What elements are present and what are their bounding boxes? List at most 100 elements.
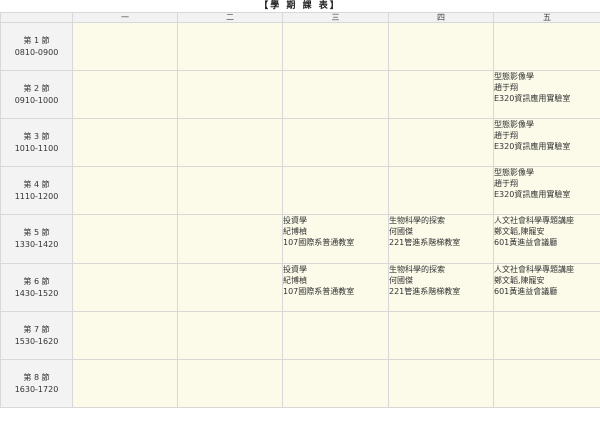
- course-name: 投資學: [283, 265, 307, 274]
- empty-slot: [388, 311, 494, 360]
- period-row: 第 7 節 1530-1620: [0, 311, 600, 360]
- empty-slot: [72, 214, 178, 264]
- course-name: 人文社會科學專題講座: [494, 265, 574, 274]
- period-label: 第 4 節: [23, 179, 50, 189]
- empty-slot: [72, 311, 178, 360]
- course-name: 人文社會科學專題講座: [494, 216, 574, 225]
- period-time: 0810-0900: [14, 47, 59, 57]
- course-teacher: 趙于翔: [494, 83, 518, 92]
- period-label-cell: 第 8 節 1630-1720: [0, 359, 73, 408]
- course-name: 生物科學的探索: [389, 265, 445, 274]
- empty-slot: [282, 311, 389, 360]
- period-label: 第 6 節: [23, 276, 50, 286]
- empty-slot: [72, 118, 178, 167]
- empty-slot: [177, 22, 283, 71]
- period-row: 第 1 節 0810-0900: [0, 22, 600, 71]
- empty-slot: [388, 22, 494, 71]
- course-room: 221管進系階梯教室: [389, 238, 461, 247]
- period-row: 第 4 節 1110-1200 型態影像學趙于翔 E320資訊應用實驗室: [0, 166, 600, 215]
- day-header: 三: [282, 12, 389, 23]
- course-cell[interactable]: 投資學紀博楨 107國際系普通教室: [282, 214, 389, 264]
- course-teacher: 紀博楨: [283, 227, 307, 236]
- corner-cell: [0, 12, 73, 23]
- course-teacher: 鄭文韜,陳寵安: [494, 227, 545, 236]
- course-cell[interactable]: 型態影像學趙于翔 E320資訊應用實驗室: [493, 166, 600, 215]
- period-row: 第 5 節 1330-1420 投資學紀博楨 107國際系普通教室 生物科學的探索 何國傑…: [0, 214, 600, 264]
- course-room: E320資訊應用實驗室: [494, 94, 571, 103]
- course-teacher: 何國傑: [389, 227, 413, 236]
- period-label: 第 5 節: [23, 228, 50, 237]
- day-header: 一: [72, 12, 178, 23]
- empty-slot: [493, 359, 600, 408]
- empty-slot: [72, 22, 178, 71]
- course-room: 221管進系階梯教室: [389, 287, 461, 296]
- empty-slot: [177, 166, 283, 215]
- empty-slot: [72, 263, 178, 312]
- period-time: 1110-1200: [14, 191, 59, 201]
- course-name: 投資學: [283, 216, 307, 225]
- day-header-row: 一 二 三 四 五: [0, 12, 600, 23]
- period-row: 第 8 節 1630-1720: [0, 359, 600, 408]
- empty-slot: [282, 166, 389, 215]
- course-room: 107國際系普通教室: [283, 238, 355, 247]
- course-room: E320資訊應用實驗室: [494, 142, 571, 151]
- empty-slot: [282, 118, 389, 167]
- course-teacher: 何國傑: [389, 276, 413, 285]
- period-row: 第 3 節 1010-1100 型態影像學 趙于翔 E320資訊應用實驗室: [0, 118, 600, 167]
- empty-slot: [177, 263, 283, 312]
- period-label-cell: 第 7 節 1530-1620: [0, 311, 73, 360]
- page-title: 【學 期 課 表】: [259, 1, 341, 11]
- period-label: 第 7 節: [23, 324, 50, 334]
- course-cell[interactable]: 型態影像學趙于翔 E320資訊應用實驗室: [493, 70, 600, 119]
- course-teacher: 鄭文韜,陳寵安: [494, 276, 545, 285]
- course-teacher: 趙于翔: [494, 131, 518, 140]
- period-row: 第 6 節 1430-1520 投資學 紀博楨 107國際系普通教室 生物科學的探索 何國傑…: [0, 263, 600, 312]
- empty-slot: [177, 118, 283, 167]
- empty-slot: [177, 70, 283, 119]
- course-name: 型態影像學: [494, 168, 534, 177]
- period-label-cell: 第 5 節 1330-1420: [0, 214, 73, 264]
- period-time: 1630-1720: [14, 384, 59, 394]
- period-label-cell: 第 2 節 0910-1000: [0, 70, 73, 119]
- course-cell[interactable]: 生物科學的探索 何國傑 221管進系階梯教室: [388, 263, 494, 312]
- course-cell[interactable]: 人文社會科學專題講座 鄭文韜,陳寵安 601黃進益會議廳: [493, 214, 600, 264]
- period-time: 1010-1100: [14, 143, 59, 153]
- period-time: 1530-1620: [14, 336, 59, 346]
- timetable: 一 二 三 四 五 第 1 節 0810-0900 第 2 節 0910-1000 型態…: [0, 12, 600, 408]
- empty-slot: [282, 22, 389, 71]
- course-cell[interactable]: 人文社會科學專題講座 鄭文韜,陳寵安 601黃進益會議廳: [493, 263, 600, 312]
- day-header: 四: [388, 12, 494, 23]
- course-room: 601黃進益會議廳: [494, 238, 558, 247]
- empty-slot: [282, 359, 389, 408]
- empty-slot: [388, 166, 494, 215]
- period-label: 第 2 節: [23, 83, 50, 93]
- day-header: 五: [493, 12, 600, 23]
- empty-slot: [177, 214, 283, 264]
- course-cell[interactable]: 生物科學的探索 何國傑 221管進系階梯教室: [388, 214, 494, 264]
- period-time: 1330-1420: [14, 240, 59, 249]
- period-label-cell: 第 6 節 1430-1520: [0, 263, 73, 312]
- course-teacher: 趙于翔: [494, 179, 518, 188]
- period-label-cell: 第 1 節 0810-0900: [0, 22, 73, 71]
- period-time: 0910-1000: [14, 95, 59, 105]
- empty-slot: [493, 311, 600, 360]
- empty-slot: [177, 311, 283, 360]
- period-label-cell: 第 4 節 1110-1200: [0, 166, 73, 215]
- day-header: 二: [177, 12, 283, 23]
- empty-slot: [388, 359, 494, 408]
- course-name: 生物科學的探索: [389, 216, 445, 225]
- course-teacher: 紀博楨: [283, 276, 307, 285]
- empty-slot: [282, 70, 389, 119]
- course-cell[interactable]: 型態影像學趙于翔 E320資訊應用實驗室: [493, 118, 600, 167]
- course-name: 型態影像學: [494, 120, 534, 129]
- empty-slot: [72, 166, 178, 215]
- course-room: 601黃進益會議廳: [494, 287, 558, 296]
- empty-slot: [177, 359, 283, 408]
- course-name: 型態影像學: [494, 72, 534, 81]
- period-label: 第 1 節: [23, 35, 50, 45]
- empty-slot: [388, 70, 494, 119]
- empty-slot: [72, 70, 178, 119]
- course-room: E320資訊應用實驗室: [494, 190, 571, 199]
- course-cell[interactable]: 投資學 紀博楨 107國際系普通教室: [282, 263, 389, 312]
- period-time: 1430-1520: [14, 288, 59, 298]
